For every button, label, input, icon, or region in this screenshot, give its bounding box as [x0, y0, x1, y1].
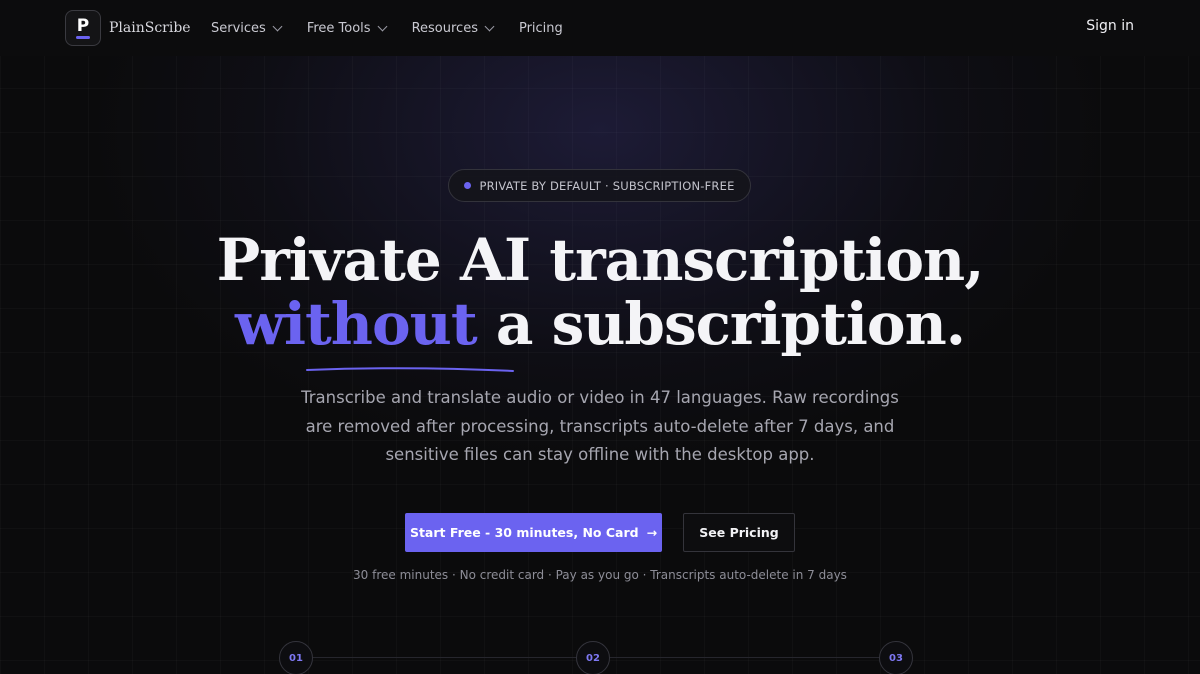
status-dot-icon	[464, 182, 472, 189]
accent-underline	[306, 367, 514, 372]
nav-item-services[interactable]: Services	[211, 20, 283, 36]
nav-item-label: Free Tools	[306, 20, 371, 36]
main-menu: Services Free Tools Resources Pricing	[211, 0, 563, 56]
hero-badge-text: PRIVATE BY DEFAULT · SUBSCRIPTION-FREE	[479, 178, 735, 193]
top-nav: P PlainScribe Services Free Tools Resour…	[0, 0, 1200, 56]
chevron-down-icon	[272, 21, 283, 31]
see-pricing-button[interactable]: See Pricing	[683, 513, 795, 552]
nav-item-label: Resources	[411, 20, 478, 36]
headline-line-2: a subscription.	[476, 290, 966, 358]
logo-letter: P	[76, 15, 90, 36]
chevron-down-icon	[484, 21, 495, 31]
logo-mark-icon: P	[65, 10, 101, 46]
chevron-down-icon	[377, 21, 388, 31]
hero-subtext: Transcribe and translate audio or video …	[301, 388, 899, 464]
hero-badge: PRIVATE BY DEFAULT · SUBSCRIPTION-FREE	[448, 169, 751, 202]
step-marker-1: 01	[279, 641, 313, 674]
sign-in-link[interactable]: Sign in	[1086, 18, 1134, 34]
start-free-button[interactable]: Start Free - 30 minutes, No Card →	[405, 513, 662, 552]
nav-item-pricing[interactable]: Pricing	[519, 21, 563, 36]
headline-line-1: Private AI transcription,	[216, 226, 985, 294]
logo-bar	[76, 35, 90, 39]
logo-link[interactable]: P PlainScribe	[65, 10, 191, 46]
hero-note: 30 free minutes · No credit card · Pay a…	[353, 568, 847, 582]
hero-headline: Private AI transcription, without a subs…	[0, 228, 1200, 356]
nav-item-label: Services	[211, 20, 266, 36]
nav-item-free-tools[interactable]: Free Tools	[306, 20, 388, 36]
arrow-right-icon: →	[646, 525, 658, 540]
start-free-label: Start Free - 30 minutes, No Card	[409, 525, 639, 540]
nav-item-resources[interactable]: Resources	[411, 20, 495, 36]
nav-item-label: Pricing	[518, 20, 563, 36]
step-marker-3: 03	[879, 641, 913, 674]
page: P PlainScribe Services Free Tools Resour…	[0, 0, 1200, 674]
brand-name: PlainScribe	[109, 20, 191, 36]
step-marker-2: 02	[576, 641, 610, 674]
headline-accent-word: without	[235, 290, 478, 358]
